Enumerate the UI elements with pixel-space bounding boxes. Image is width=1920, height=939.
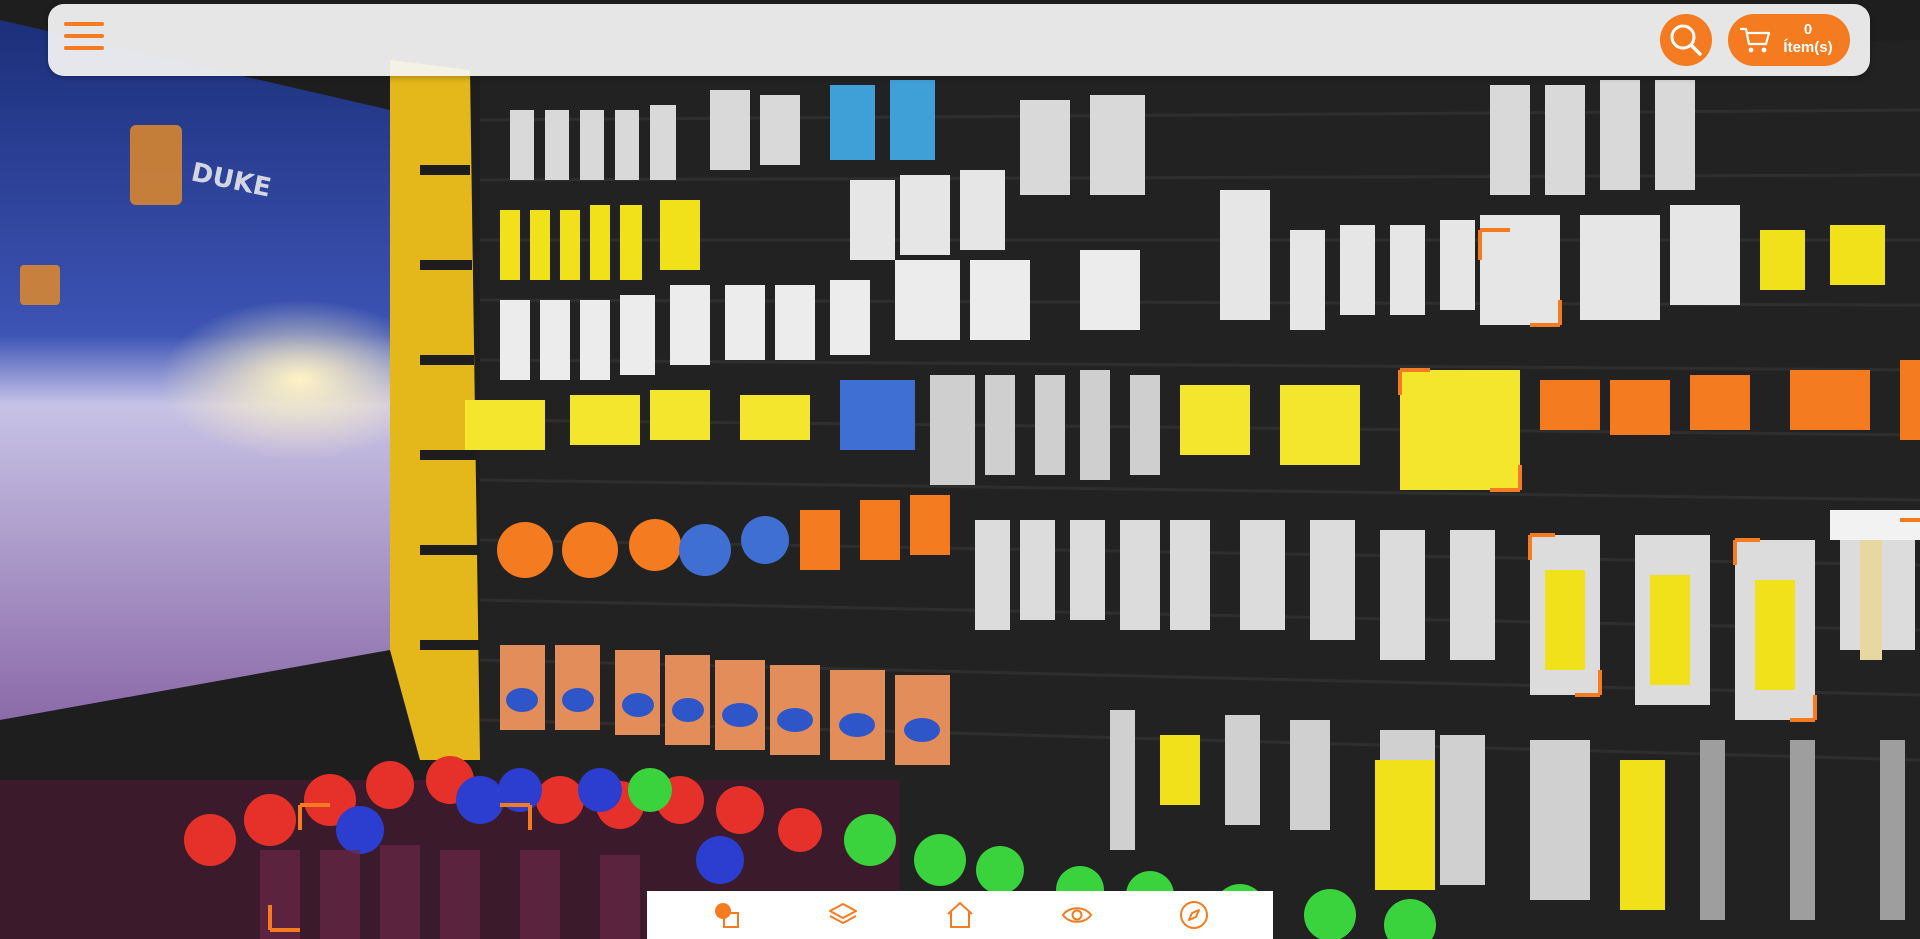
shapes-icon — [714, 903, 739, 928]
layers-icon — [828, 903, 857, 924]
bottom-navigation — [647, 891, 1273, 939]
eye-icon — [1061, 907, 1093, 923]
home-icon — [947, 902, 973, 928]
panorama-scene[interactable]: DUKE — [0, 0, 1920, 939]
search-button[interactable] — [1660, 14, 1712, 66]
nav-layers[interactable] — [823, 895, 863, 935]
nav-compass[interactable] — [1174, 895, 1214, 935]
search-icon — [1670, 24, 1702, 56]
hamburger-menu-icon[interactable] — [64, 22, 104, 56]
cart-button[interactable]: 0 Ítem(s) — [1728, 14, 1850, 66]
nav-view[interactable] — [1057, 895, 1097, 935]
shopping-cart-icon — [1740, 27, 1771, 53]
compass-icon — [1180, 901, 1209, 929]
cart-count: 0 — [1803, 21, 1813, 38]
cart-items-label: Ítem(s) — [1783, 39, 1833, 56]
top-bar: 0 Ítem(s) — [48, 4, 1870, 76]
store-panorama-image: DUKE — [0, 0, 1920, 939]
nav-home[interactable] — [940, 895, 980, 935]
nav-shapes[interactable] — [706, 895, 746, 935]
